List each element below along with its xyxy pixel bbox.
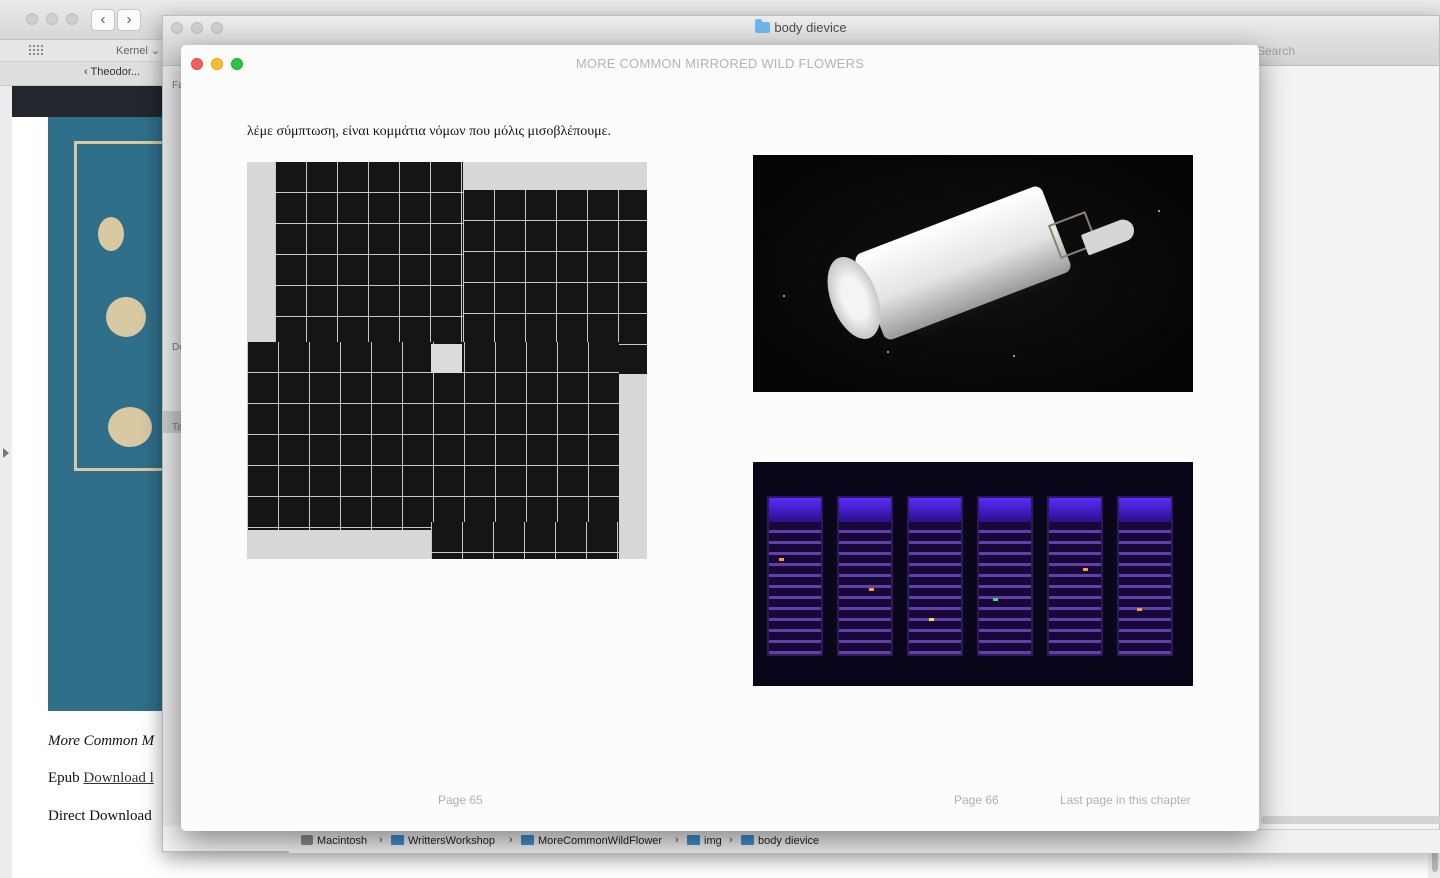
- path-separator: ›: [675, 834, 679, 846]
- browser-close-button[interactable]: [26, 13, 38, 25]
- rack-glow: [979, 498, 1031, 522]
- sidebar-toggle-icon[interactable]: [3, 448, 9, 458]
- satellite-image: [753, 155, 1193, 392]
- server-rack: [1047, 496, 1103, 656]
- finder-scrollbar[interactable]: [1261, 816, 1440, 824]
- path-separator: ›: [509, 834, 513, 846]
- rack-glow: [769, 498, 821, 522]
- path-item-body-dievice[interactable]: body dievice: [741, 835, 819, 847]
- epub-line: Epub Download l: [48, 770, 154, 787]
- kernel-menu[interactable]: Kernel ⌄: [116, 44, 160, 57]
- rack-glow: [839, 498, 891, 522]
- star-dot: [783, 295, 785, 297]
- epub-download-link[interactable]: Download l: [83, 770, 153, 786]
- book-window-title: MORE COMMON MIRRORED WILD FLOWERS: [575, 56, 865, 71]
- path-label: WrittersWorkshop: [408, 835, 496, 847]
- grid-image: [247, 162, 647, 559]
- book-caption: More Common M: [48, 733, 155, 749]
- star-dot: [1158, 210, 1160, 212]
- path-item-macintosh[interactable]: Macintosh: [301, 835, 367, 847]
- server-rack: [907, 496, 963, 656]
- path-item-writtersworkshop[interactable]: WrittersWorkshop: [391, 835, 495, 847]
- path-label: Macintosh: [317, 835, 368, 847]
- flower-icon: [98, 217, 124, 251]
- star-dot: [887, 351, 889, 353]
- browser-back-button[interactable]: ‹: [91, 9, 115, 31]
- finder-search-field[interactable]: Search: [1257, 44, 1295, 58]
- path-item-morecommonwildflower[interactable]: MoreCommonWildFlower: [521, 835, 662, 847]
- rack-light: [993, 598, 998, 601]
- page-number-left: Page 65: [438, 793, 483, 807]
- browser-scrollbar[interactable]: [1432, 850, 1438, 872]
- folder-icon: [755, 19, 771, 33]
- path-separator: ›: [379, 834, 383, 846]
- path-item-img[interactable]: img: [687, 835, 722, 847]
- folder-icon: [521, 835, 534, 845]
- path-label: MoreCommonWildFlower: [538, 835, 663, 847]
- direct-download-text[interactable]: Direct Download: [48, 808, 152, 825]
- last-page-note: Last page in this chapter: [1060, 793, 1191, 807]
- path-label: body dievice: [758, 835, 820, 847]
- star-dot: [1013, 355, 1015, 357]
- rack-light: [1083, 568, 1088, 571]
- server-rack: [837, 496, 893, 656]
- hard-drive-icon: [301, 835, 313, 845]
- rack-glow: [1049, 498, 1101, 522]
- browser-minimize-button[interactable]: [46, 13, 58, 25]
- folder-icon: [741, 835, 754, 845]
- tab-theodor[interactable]: ‹ Theodor...: [84, 66, 140, 78]
- epub-label: Epub: [48, 770, 80, 786]
- rack-light: [779, 558, 784, 561]
- grid-icon[interactable]: [28, 44, 44, 56]
- folder-icon: [687, 835, 700, 845]
- grid-block: [431, 522, 619, 559]
- finder-sidebar: Fa De Ta: [163, 66, 185, 826]
- browser-forward-button[interactable]: ›: [117, 9, 141, 31]
- rack-light: [1137, 608, 1142, 611]
- page-number-right: Page 66: [954, 793, 999, 807]
- rack-light: [929, 618, 934, 621]
- browser-zoom-button[interactable]: [66, 13, 78, 25]
- page-body-text: λέμε σύμπτωση, είναι κομμάτια νόμων που …: [247, 124, 612, 139]
- server-rack-image: [753, 462, 1193, 686]
- server-rack: [767, 496, 823, 656]
- path-label: img: [704, 835, 722, 847]
- server-rack: [977, 496, 1033, 656]
- folder-icon: [391, 835, 404, 845]
- rack-light: [869, 588, 874, 591]
- server-rack: [1117, 496, 1173, 656]
- finder-titlebar: body dievice: [163, 16, 1439, 40]
- flower-icon: [106, 297, 146, 337]
- finder-title-text: body dievice: [774, 20, 847, 35]
- finder-title: body dievice: [163, 19, 1439, 35]
- rack-glow: [1119, 498, 1171, 522]
- book-preview-window: MORE COMMON MIRRORED WILD FLOWERS λέμε σ…: [181, 45, 1259, 831]
- grid-block: [275, 162, 463, 345]
- grid-highlight-square: [431, 344, 462, 373]
- rack-glow: [909, 498, 961, 522]
- flower-icon: [108, 407, 152, 447]
- path-separator: ›: [729, 834, 733, 846]
- path-bar: Macintosh › WrittersWorkshop › MoreCommo…: [289, 829, 1440, 853]
